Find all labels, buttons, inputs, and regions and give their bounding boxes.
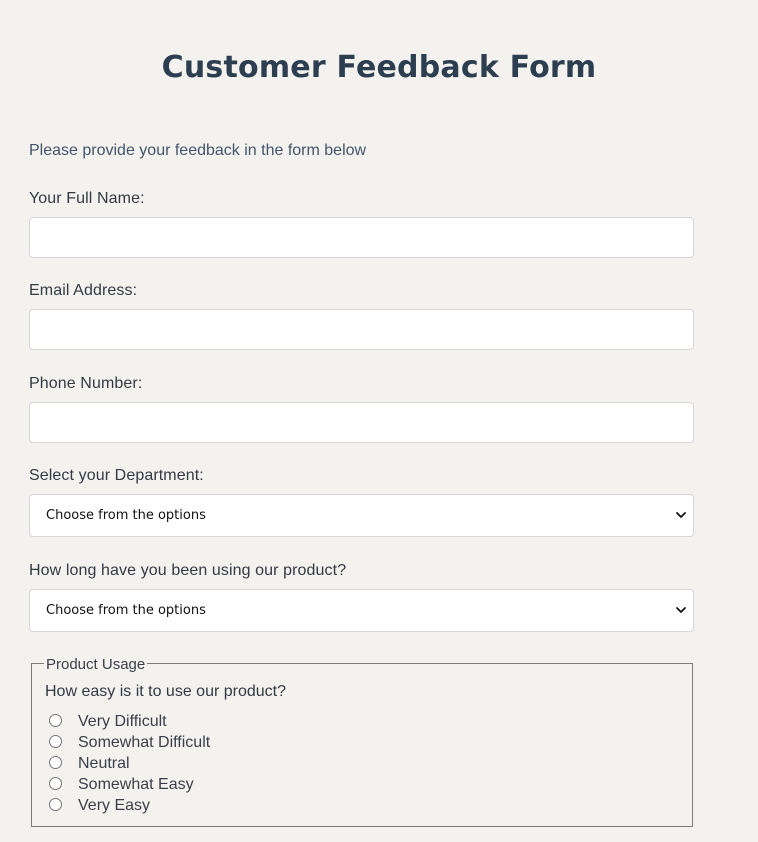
radio-button[interactable] xyxy=(49,777,62,790)
radio-button[interactable] xyxy=(49,798,62,811)
department-select-value: Choose from the options xyxy=(46,508,206,523)
phone-label: Phone Number: xyxy=(29,375,143,392)
usage-duration-label: How long have you been using our product… xyxy=(29,562,347,579)
radio-label: Neutral xyxy=(78,755,130,772)
radio-label: Somewhat Difficult xyxy=(78,734,211,751)
radio-label: Very Easy xyxy=(78,797,151,814)
usage-duration-select[interactable]: Choose from the options xyxy=(29,589,694,632)
usage-duration-select-value: Choose from the options xyxy=(46,603,206,618)
feedback-page: Customer Feedback Form Please provide yo… xyxy=(0,0,758,842)
department-select[interactable]: Choose from the options xyxy=(29,494,694,537)
radio-button[interactable] xyxy=(49,714,62,727)
ease-of-use-question: How easy is it to use our product? xyxy=(45,683,287,700)
intro-text: Please provide your feedback in the form… xyxy=(29,142,367,159)
email-field[interactable] xyxy=(29,309,694,350)
email-label: Email Address: xyxy=(29,282,138,299)
full-name-label: Your Full Name: xyxy=(29,190,145,207)
department-label: Select your Department: xyxy=(29,467,204,484)
phone-field[interactable] xyxy=(29,402,694,443)
radio-button[interactable] xyxy=(49,756,62,769)
full-name-input[interactable] xyxy=(29,217,694,258)
radio-label: Somewhat Easy xyxy=(78,776,194,793)
chevron-down-icon xyxy=(676,607,686,613)
page-title: Customer Feedback Form xyxy=(161,50,597,85)
chevron-down-icon xyxy=(676,512,686,518)
product-usage-legend: Product Usage xyxy=(44,656,148,673)
radio-label: Very Difficult xyxy=(78,713,167,730)
radio-button[interactable] xyxy=(49,735,62,748)
